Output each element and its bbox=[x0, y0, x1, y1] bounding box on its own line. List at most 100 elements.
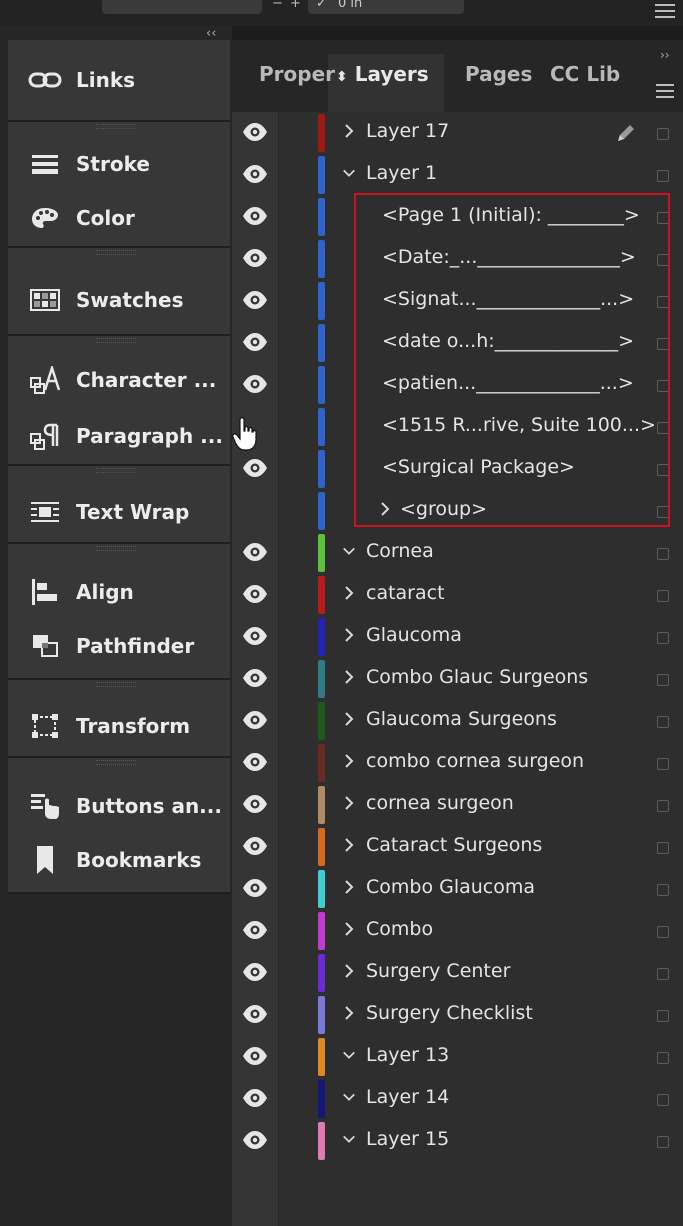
layer-name[interactable]: Glaucoma bbox=[366, 624, 462, 646]
layer-row[interactable]: Layer 1 bbox=[232, 154, 683, 196]
visibility-eye-icon[interactable] bbox=[242, 458, 268, 480]
selection-square-icon[interactable] bbox=[657, 674, 669, 686]
visibility-eye-icon[interactable] bbox=[242, 584, 268, 606]
expand-chevron-icon[interactable] bbox=[342, 751, 356, 771]
layer-name[interactable]: Layer 1 bbox=[366, 162, 437, 184]
panel-grip[interactable] bbox=[96, 250, 136, 255]
tab-pages[interactable]: Pages bbox=[465, 62, 532, 86]
visibility-eye-icon[interactable] bbox=[242, 794, 268, 816]
panel-grip[interactable] bbox=[96, 124, 136, 129]
visibility-eye-icon[interactable] bbox=[242, 836, 268, 858]
layer-row[interactable]: Layer 15 bbox=[232, 1120, 683, 1162]
visibility-eye-icon[interactable] bbox=[242, 122, 268, 144]
visibility-eye-icon[interactable] bbox=[242, 374, 268, 396]
visibility-eye-icon[interactable] bbox=[242, 290, 268, 312]
panel-menu-icon[interactable] bbox=[656, 84, 674, 102]
selection-square-icon[interactable] bbox=[657, 884, 669, 896]
selection-square-icon[interactable] bbox=[657, 1010, 669, 1022]
visibility-eye-icon[interactable] bbox=[242, 542, 268, 564]
selection-square-icon[interactable] bbox=[657, 1052, 669, 1064]
selection-square-icon[interactable] bbox=[657, 926, 669, 938]
panel-links[interactable]: Links bbox=[8, 58, 230, 102]
layer-name[interactable]: Combo bbox=[366, 918, 433, 940]
panel-grip[interactable] bbox=[96, 468, 136, 473]
expand-chevron-icon[interactable] bbox=[342, 1003, 356, 1023]
control-field[interactable] bbox=[102, 0, 262, 14]
layer-row[interactable]: Glaucoma bbox=[232, 616, 683, 658]
selection-square-icon[interactable] bbox=[657, 968, 669, 980]
panel-stroke[interactable]: Stroke bbox=[8, 142, 230, 186]
panel-grip[interactable] bbox=[96, 760, 136, 765]
selection-square-icon[interactable] bbox=[657, 128, 669, 140]
panel-text-wrap[interactable]: Text Wrap bbox=[8, 490, 230, 534]
visibility-eye-icon[interactable] bbox=[242, 1004, 268, 1026]
layer-name[interactable]: Layer 13 bbox=[366, 1044, 449, 1066]
selection-square-icon[interactable] bbox=[657, 758, 669, 770]
layer-row[interactable]: Surgery Checklist bbox=[232, 994, 683, 1036]
panel-align[interactable]: Align bbox=[8, 570, 230, 614]
layer-name[interactable]: Cataract Surgeons bbox=[366, 834, 542, 856]
selection-square-icon[interactable] bbox=[657, 842, 669, 854]
visibility-eye-icon[interactable] bbox=[242, 164, 268, 186]
expand-chevron-icon[interactable] bbox=[342, 835, 356, 855]
collapse-dock-icon[interactable]: ‹‹ bbox=[206, 26, 216, 41]
visibility-eye-icon[interactable] bbox=[242, 1088, 268, 1110]
panel-swatches[interactable]: Swatches bbox=[8, 278, 230, 322]
layer-name[interactable]: cataract bbox=[366, 582, 445, 604]
layer-name[interactable]: combo cornea surgeon bbox=[366, 750, 584, 772]
expand-chevron-icon[interactable] bbox=[342, 961, 356, 981]
layer-row[interactable]: Cornea bbox=[232, 532, 683, 574]
collapse-chevron-icon[interactable] bbox=[342, 1045, 356, 1065]
collapse-chevron-icon[interactable] bbox=[342, 1087, 356, 1107]
panel-transform[interactable]: Transform bbox=[8, 704, 230, 748]
expand-chevron-icon[interactable] bbox=[342, 877, 356, 897]
panel-grip[interactable] bbox=[96, 546, 136, 551]
selection-square-icon[interactable] bbox=[657, 590, 669, 602]
layer-name[interactable]: Glaucoma Surgeons bbox=[366, 708, 557, 730]
visibility-eye-icon[interactable] bbox=[242, 248, 268, 270]
layer-row[interactable]: cataract bbox=[232, 574, 683, 616]
panel-grip[interactable] bbox=[96, 338, 136, 343]
layer-name[interactable]: Cornea bbox=[366, 540, 434, 562]
collapse-chevron-icon[interactable] bbox=[342, 1129, 356, 1149]
layer-row[interactable]: Layer 13 bbox=[232, 1036, 683, 1078]
expand-chevron-icon[interactable] bbox=[342, 667, 356, 687]
panel-pathfinder[interactable]: Pathfinder bbox=[8, 624, 230, 668]
layer-row[interactable]: Glaucoma Surgeons bbox=[232, 700, 683, 742]
value-field[interactable]: ✓ 0 in bbox=[308, 0, 464, 14]
layer-row[interactable]: Cataract Surgeons bbox=[232, 826, 683, 868]
panel-bookmarks[interactable]: Bookmarks bbox=[8, 838, 230, 882]
visibility-eye-icon[interactable] bbox=[242, 878, 268, 900]
visibility-eye-icon[interactable] bbox=[242, 920, 268, 942]
visibility-eye-icon[interactable] bbox=[242, 710, 268, 732]
selection-square-icon[interactable] bbox=[657, 170, 669, 182]
selection-square-icon[interactable] bbox=[657, 716, 669, 728]
selection-square-icon[interactable] bbox=[657, 548, 669, 560]
tab-properties[interactable]: Proper bbox=[259, 62, 335, 86]
layer-row[interactable]: Layer 14 bbox=[232, 1078, 683, 1120]
layer-name[interactable]: Combo Glauc Surgeons bbox=[366, 666, 588, 688]
expand-chevron-icon[interactable] bbox=[342, 625, 356, 645]
visibility-eye-icon[interactable] bbox=[242, 752, 268, 774]
selection-square-icon[interactable] bbox=[657, 800, 669, 812]
collapse-chevron-icon[interactable] bbox=[342, 163, 356, 183]
layer-row[interactable]: Combo Glauc Surgeons bbox=[232, 658, 683, 700]
visibility-eye-icon[interactable] bbox=[242, 1130, 268, 1152]
panel-grip[interactable] bbox=[96, 682, 136, 687]
layer-name[interactable]: Layer 14 bbox=[366, 1086, 449, 1108]
collapse-chevron-icon[interactable] bbox=[342, 541, 356, 561]
expand-chevron-icon[interactable] bbox=[342, 121, 356, 141]
panel-buttons[interactable]: Buttons an... bbox=[8, 784, 230, 828]
expand-chevron-icon[interactable] bbox=[342, 709, 356, 729]
selection-square-icon[interactable] bbox=[657, 1094, 669, 1106]
plus-button[interactable]: + bbox=[290, 0, 301, 11]
layer-row[interactable]: Combo bbox=[232, 910, 683, 952]
minus-button[interactable]: − bbox=[272, 0, 283, 11]
expand-chevron-icon[interactable] bbox=[342, 583, 356, 603]
workspace-menu-icon[interactable] bbox=[655, 4, 675, 22]
layer-name[interactable]: Layer 17 bbox=[366, 120, 449, 142]
selection-square-icon[interactable] bbox=[657, 1136, 669, 1148]
visibility-eye-icon[interactable] bbox=[242, 206, 268, 228]
selection-square-icon[interactable] bbox=[657, 632, 669, 644]
visibility-eye-icon[interactable] bbox=[242, 1046, 268, 1068]
